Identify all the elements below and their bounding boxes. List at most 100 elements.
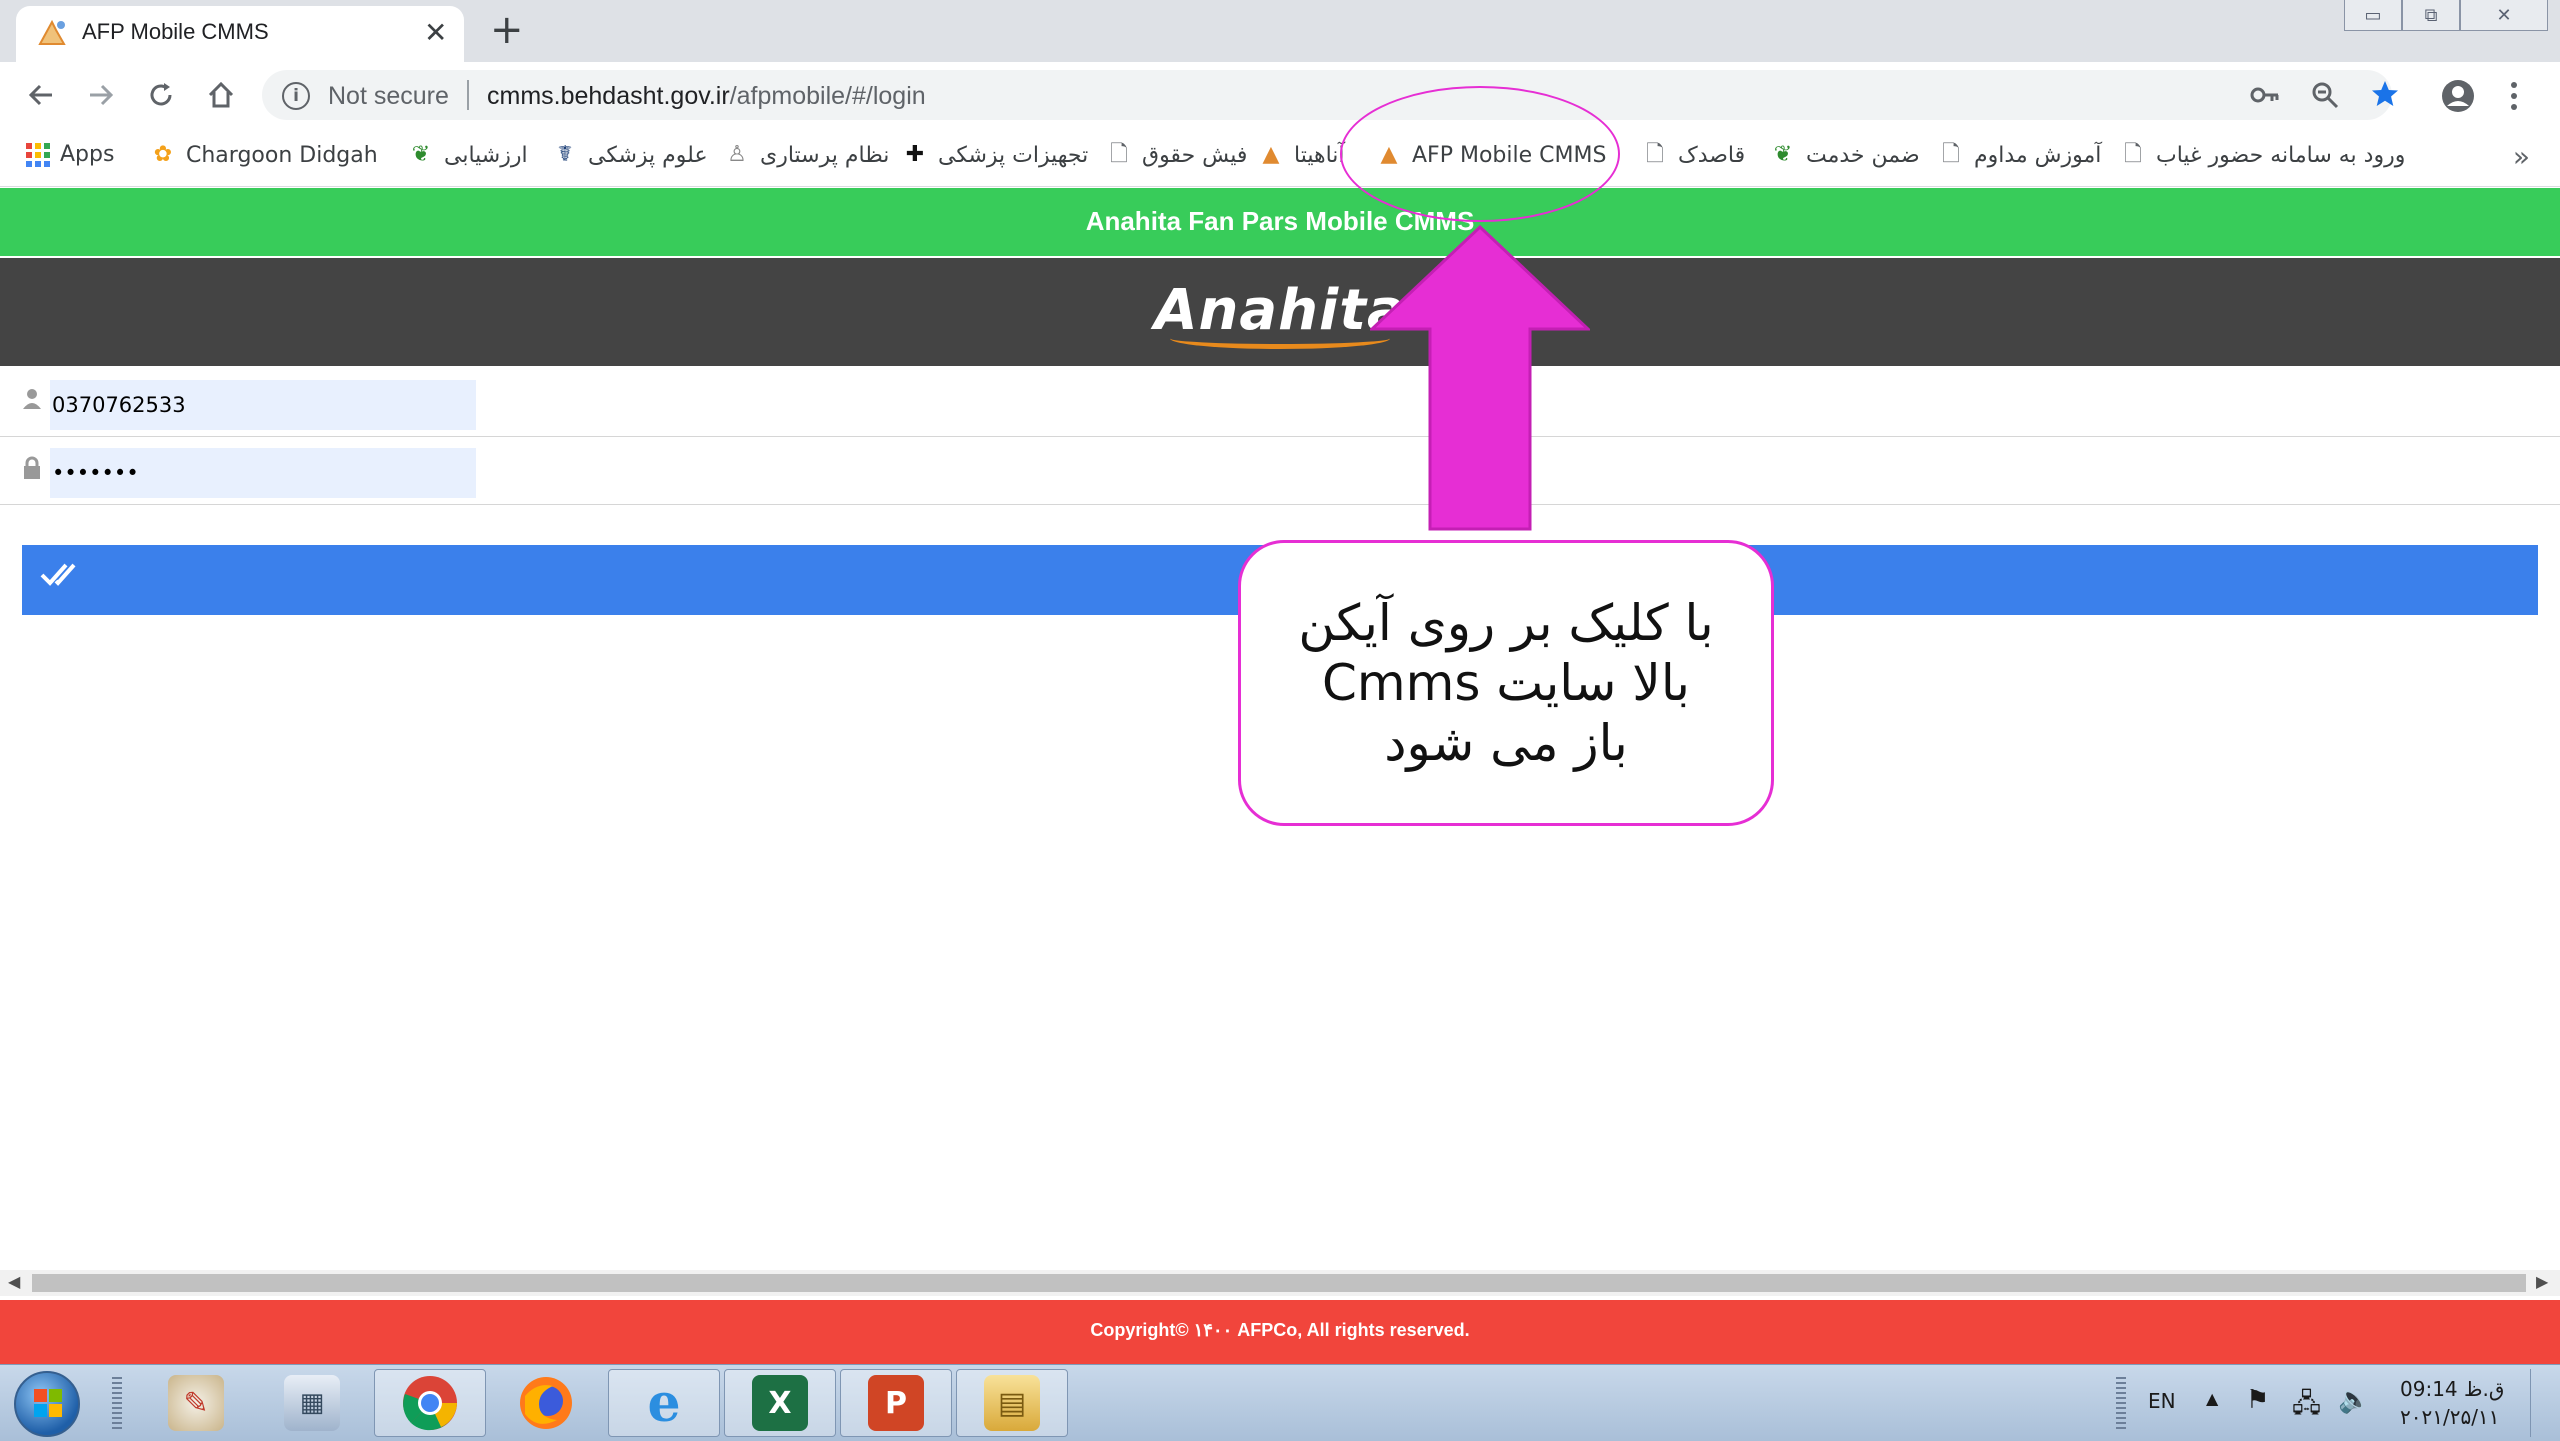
show-desktop-button[interactable] — [2530, 1369, 2555, 1437]
double-check-icon — [40, 557, 82, 598]
info-icon[interactable]: i — [282, 82, 310, 110]
bookmark-arzeshyabi[interactable]: ❦ ارزشیابی — [408, 142, 528, 168]
taskbar-paint[interactable]: ✎ — [140, 1369, 252, 1437]
windows-taskbar: ✎ ▦ e X P ▤ EN ▲ ⚑ 🖧 🔈 09:14 ق.ظ ۲۰۲۱/۲۵… — [0, 1364, 2560, 1441]
home-icon[interactable] — [198, 72, 244, 118]
bookmark-label: فیش حقوق — [1142, 142, 1248, 168]
action-center-flag-icon[interactable]: ⚑ — [2246, 1385, 2269, 1415]
internet-explorer-icon: e — [647, 1372, 681, 1434]
show-hidden-icons-icon[interactable]: ▲ — [2206, 1389, 2218, 1408]
powerpoint-icon: P — [868, 1375, 924, 1431]
password-row — [0, 438, 2560, 505]
user-icon — [23, 389, 41, 409]
chargoon-icon: ✿ — [153, 142, 173, 167]
taskbar-chrome[interactable] — [374, 1369, 486, 1437]
page-icon: 🗋 — [2124, 142, 2142, 167]
highlight-ellipse — [1340, 86, 1620, 222]
folder-icon: ▤ — [984, 1375, 1040, 1431]
bookmark-ghasedak[interactable]: 🗋 قاصدک — [1642, 142, 1745, 168]
restore-button[interactable]: ⧉ — [2402, 0, 2460, 31]
language-indicator[interactable]: EN — [2148, 1389, 2176, 1413]
taskbar-internet-explorer[interactable]: e — [608, 1369, 720, 1437]
clock-time[interactable]: 09:14 ق.ظ — [2400, 1377, 2504, 1401]
taskbar-excel[interactable]: X — [724, 1369, 836, 1437]
anahita-favicon-icon — [38, 19, 66, 45]
page-icon: 🗋 — [1646, 142, 1664, 167]
bookmark-label: Apps — [60, 142, 115, 167]
url-separator — [467, 80, 469, 110]
tray-grip — [2116, 1377, 2126, 1429]
scrollbar-thumb[interactable] — [32, 1274, 2526, 1292]
bookmark-fish-hoghoogh[interactable]: 🗋 فیش حقوق — [1106, 142, 1247, 168]
username-input[interactable] — [50, 380, 476, 430]
bookmark-chargoon[interactable]: ✿ Chargoon Didgah — [150, 142, 378, 168]
back-arrow-icon[interactable] — [18, 72, 64, 118]
security-label[interactable]: Not secure — [328, 82, 449, 111]
chrome-icon — [403, 1376, 457, 1431]
key-icon[interactable] — [2250, 82, 2280, 108]
bookmarks-overflow-icon[interactable]: » — [2513, 140, 2530, 173]
scroll-left-icon[interactable]: ◀ — [8, 1272, 20, 1291]
paint-icon: ✎ — [168, 1375, 224, 1431]
app-header-bar: Anahita Fan Pars Mobile CMMS — [0, 188, 2560, 256]
menu-kebab-icon[interactable] — [2508, 80, 2520, 112]
address-bar[interactable]: i Not secure cmms.behdasht.gov.ir/afpmob… — [262, 70, 2398, 120]
scroll-right-icon[interactable]: ▶ — [2536, 1272, 2548, 1291]
zoom-icon[interactable] — [2310, 80, 2340, 110]
url-text[interactable]: cmms.behdasht.gov.ir/afpmobile/#/login — [487, 82, 926, 111]
browser-tab[interactable]: AFP Mobile CMMS ✕ — [16, 6, 464, 62]
taskbar-firefox[interactable] — [490, 1369, 602, 1437]
bookmark-star-icon[interactable] — [2370, 79, 2400, 109]
browser-tabstrip: AFP Mobile CMMS ✕ + ▭ ⧉ ✕ — [0, 0, 2560, 62]
bookmark-label: Chargoon Didgah — [186, 142, 378, 168]
bookmark-label: تجهیزات پزشکی — [938, 142, 1089, 168]
callout-text: با کلیک بر روی آیکن بالا سایت Cmms باز م… — [1298, 594, 1714, 772]
url-path: /afpmobile/#/login — [729, 82, 926, 110]
password-input[interactable] — [50, 448, 476, 498]
tab-close-icon[interactable]: ✕ — [424, 16, 447, 49]
calculator-icon: ▦ — [284, 1375, 340, 1431]
forward-arrow-icon[interactable] — [78, 72, 124, 118]
leaf-icon: ❦ — [1773, 142, 1793, 167]
bookmark-label: قاصدک — [1678, 142, 1746, 168]
clock-date[interactable]: ۲۰۲۱/۲۵/۱۱ — [2400, 1405, 2499, 1429]
anahita-icon: ▲ — [1262, 142, 1280, 167]
bookmark-olum-pezeshki[interactable]: ☤ علوم پزشکی — [552, 142, 708, 168]
taskbar-file-explorer[interactable]: ▤ — [956, 1369, 1068, 1437]
url-host: cmms.behdasht.gov.ir — [487, 82, 730, 110]
page-icon: 🗋 — [1110, 142, 1128, 167]
bookmark-zemn-khedmat[interactable]: ❦ ضمن خدمت — [1770, 142, 1920, 168]
window-controls: ▭ ⧉ ✕ — [2344, 0, 2548, 31]
bookmark-label: علوم پزشکی — [588, 142, 708, 168]
bookmark-anahita[interactable]: ▲ آناهیتا — [1258, 142, 1345, 168]
logo-swoosh — [1170, 328, 1390, 349]
reload-icon[interactable] — [138, 72, 184, 118]
excel-icon: X — [752, 1375, 808, 1431]
logo-bar: Anahita — [0, 258, 2560, 366]
first-aid-icon: ✚ — [905, 142, 925, 167]
close-window-button[interactable]: ✕ — [2460, 0, 2548, 31]
minimize-button[interactable]: ▭ — [2344, 0, 2402, 31]
horizontal-scrollbar[interactable]: ◀ ▶ — [0, 1270, 2560, 1296]
bookmark-tajhizat[interactable]: ✚ تجهیزات پزشکی — [902, 142, 1088, 168]
bookmark-label: آناهیتا — [1294, 142, 1345, 168]
taskbar-calculator[interactable]: ▦ — [256, 1369, 368, 1437]
start-button[interactable] — [14, 1371, 80, 1437]
page-footer: Copyright© ۱۴۰۰ AFPCo, All rights reserv… — [0, 1300, 2560, 1364]
annotation-callout: با کلیک بر روی آیکن بالا سایت Cmms باز م… — [1238, 540, 1774, 826]
bookmark-apps[interactable]: Apps — [26, 142, 114, 167]
browser-toolbar: i Not secure cmms.behdasht.gov.ir/afpmob… — [0, 62, 2560, 130]
taskbar-grip — [112, 1377, 122, 1429]
profile-avatar-icon[interactable] — [2440, 78, 2476, 114]
volume-icon[interactable]: 🔈 — [2338, 1385, 2370, 1415]
username-row — [0, 370, 2560, 437]
bookmark-amoozesh-modavem[interactable]: 🗋 آموزش مداوم — [1938, 142, 2101, 168]
bookmark-label: ورود به سامانه حضور غیاب — [2156, 142, 2406, 168]
bookmark-nezam-parastari[interactable]: ♙ نظام پرستاری — [724, 142, 889, 168]
bookmarks-bar: Apps ✿ Chargoon Didgah ❦ ارزشیابی ☤ علوم… — [0, 130, 2560, 187]
bookmark-hozoor-ghiab[interactable]: 🗋 ورود به سامانه حضور غیاب — [2120, 142, 2405, 168]
taskbar-powerpoint[interactable]: P — [840, 1369, 952, 1437]
network-icon[interactable]: 🖧 — [2292, 1385, 2321, 1429]
lock-icon — [24, 456, 40, 479]
new-tab-button[interactable]: + — [490, 8, 524, 52]
